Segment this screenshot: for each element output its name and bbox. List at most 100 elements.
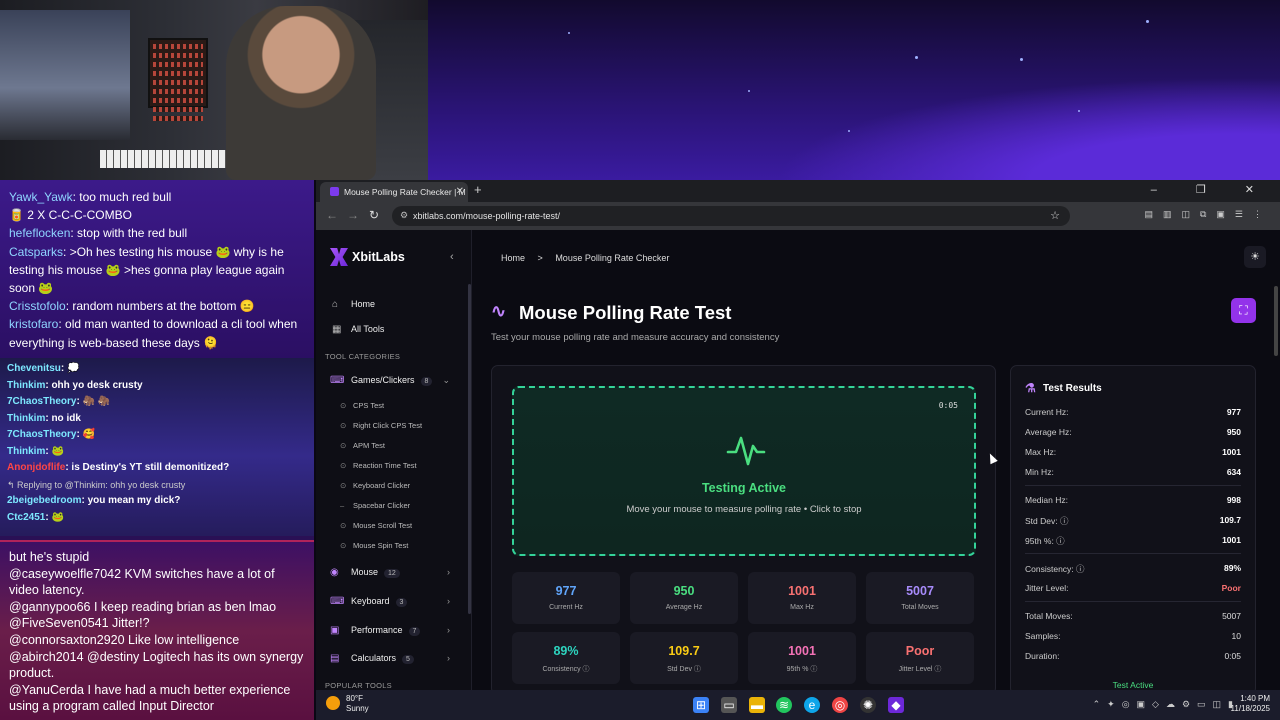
sub-mouse-spin[interactable]: ⊙ Mouse Spin Test [340, 541, 408, 550]
gamepad-icon: ⌨ [330, 375, 345, 386]
close-tab-icon[interactable]: ✕ [456, 186, 464, 197]
group-count-badge: 12 [384, 569, 400, 578]
result-value: 10 [1231, 631, 1241, 641]
site-info-icon[interactable]: ⚙ [400, 210, 408, 221]
chat-username[interactable]: Thinkim [7, 446, 45, 457]
browser-tab[interactable]: Mouse Polling Rate Checker | M ✕ [320, 182, 468, 202]
chat-username[interactable]: Yawk_Yawk [9, 190, 73, 204]
sub-spacebar-clicker[interactable]: – Spacebar Clicker [340, 501, 410, 510]
extensions-icons[interactable]: ▤▥◫⧉▣☰⋮ [1144, 209, 1272, 220]
obsidian-icon[interactable]: ◆ [888, 697, 904, 713]
chat-message: @YanuCerda I have had a much better expe… [9, 682, 291, 714]
group-performance[interactable]: ▣ Performance 7 › [330, 625, 450, 636]
task-view-icon[interactable]: ▭ [721, 697, 737, 713]
chat-username[interactable]: Chevenitsu [7, 363, 61, 374]
chrome-icon[interactable]: ◎ [832, 697, 848, 713]
fullscreen-button[interactable]: ⛶ [1231, 298, 1256, 323]
chat-username[interactable]: Thinkim [7, 413, 45, 424]
stat-label: Average Hz [665, 604, 703, 611]
forward-icon[interactable]: → [347, 208, 359, 222]
chat-message: Crisstofolo: random numbers at the botto… [9, 297, 305, 315]
nav-home[interactable]: ⌂ Home [332, 299, 375, 310]
chevron-right-icon: › [447, 653, 450, 663]
test-card: 0:05 Testing Active Move your mouse to m… [491, 365, 996, 695]
sub-label: Mouse Spin Test [353, 541, 409, 550]
chat-username[interactable]: kristofaro [9, 317, 58, 331]
nav-all-tools[interactable]: ▦ All Tools [332, 324, 384, 335]
stat-box: 1001 Max Hz [748, 572, 856, 624]
url-input[interactable]: ⚙ xbitlabs.com/mouse-polling-rate-test/ … [392, 206, 1070, 226]
result-row: Min Hz: 634 [1025, 467, 1241, 477]
test-area[interactable]: 0:05 Testing Active Move your mouse to m… [512, 386, 976, 556]
test-hint: Move your mouse to measure polling rate … [626, 504, 862, 515]
start-icon[interactable]: ⊞ [693, 697, 709, 713]
result-label: Duration: [1025, 651, 1060, 661]
back-icon[interactable]: ← [326, 208, 338, 222]
streamer [226, 6, 376, 180]
collapse-sidebar-icon[interactable]: ‹ [450, 251, 454, 263]
chat-text: 🥫 2 X C-C-C-COMBO [9, 208, 132, 223]
url-text: xbitlabs.com/mouse-polling-rate-test/ [413, 211, 561, 221]
new-tab-button[interactable]: + [474, 182, 482, 197]
site-logo[interactable]: XbitLabs [330, 248, 405, 266]
result-label: Std Dev: ⓘ [1025, 516, 1069, 526]
sub-label: Reaction Time Test [353, 461, 417, 470]
chat-message: @FiveSeven0541 Jitter!? [9, 616, 150, 631]
chat-message: 7ChaosTheory: 🦣 🦣 [7, 394, 307, 411]
result-row: Jitter Level: Poor [1025, 583, 1241, 593]
sub-label: Spacebar Clicker [353, 501, 411, 510]
sub-apm-test[interactable]: ⊙ APM Test [340, 441, 385, 450]
sub-cps-test[interactable]: ⊙ CPS Test [340, 401, 384, 410]
chat-username[interactable]: Anonjdoflife [7, 462, 65, 473]
sub-reaction-time[interactable]: ⊙ Reaction Time Test [340, 461, 417, 470]
chat-message: @gannypoo66 I keep reading brian as ben … [9, 599, 277, 614]
window-controls[interactable]: – ❐ ✕ [1151, 183, 1272, 196]
sidebar-scrollbar[interactable] [468, 284, 471, 614]
result-value: Poor [1221, 583, 1241, 593]
edge-icon[interactable]: e [804, 697, 820, 713]
spotify-icon[interactable]: ≋ [776, 697, 792, 713]
result-value: 1001 [1222, 447, 1241, 457]
chat-message: Anonjdoflife: is Destiny's YT still demo… [7, 460, 307, 477]
keyboard-instrument [100, 150, 240, 168]
page-scrollbar[interactable] [1274, 286, 1278, 356]
chat-username[interactable]: Catsparks [9, 245, 63, 259]
chat-username[interactable]: Crisstofolo [9, 299, 66, 313]
group-games-clickers[interactable]: ⌨ Games/Clickers 8 ⌄ [330, 375, 450, 386]
file-explorer-icon[interactable]: ▬ [749, 697, 765, 713]
chat-username[interactable]: 7ChaosTheory [7, 429, 76, 440]
tool-categories-heading: TOOL CATEGORIES [325, 352, 401, 361]
desktop-background [428, 0, 1280, 180]
result-row: Total Moves: 5007 [1025, 611, 1241, 621]
chat-username[interactable]: Ctc2451 [7, 512, 45, 523]
chat-username[interactable]: 2beigebedroom [7, 495, 81, 506]
chat-panel-middle: Chevenitsu: 💭 Thinkim: ohh yo desk crusty… [0, 358, 314, 536]
result-label: Median Hz: [1025, 495, 1068, 505]
page-title: ∿ Mouse Polling Rate Test [491, 301, 731, 324]
chat-username[interactable]: 7ChaosTheory [7, 396, 76, 407]
chat-username[interactable]: Thinkim [7, 380, 45, 391]
system-tray-icons[interactable]: ⌃✦◎▣◇☁⚙▭◫▮ [1093, 699, 1240, 710]
result-label: Average Hz: [1025, 427, 1072, 437]
result-row: Median Hz: 998 [1025, 495, 1241, 505]
group-calculators[interactable]: ▤ Calculators 5 › [330, 653, 450, 664]
theme-toggle-button[interactable]: ☀ [1244, 246, 1266, 268]
weather-temp: 80°F [346, 694, 363, 703]
breadcrumb-separator: > [537, 253, 543, 263]
sub-mouse-scroll[interactable]: ⊙ Mouse Scroll Test [340, 521, 412, 530]
reload-icon[interactable]: ↻ [369, 208, 379, 222]
system-clock[interactable]: 1:40 PM 11/18/2025 [1231, 694, 1270, 714]
sub-right-click-cps[interactable]: ⊙ Right Click CPS Test [340, 421, 422, 430]
result-label: Consistency: ⓘ [1025, 564, 1085, 574]
weather-widget[interactable]: 80°F Sunny [326, 694, 369, 714]
chat-username[interactable]: hefeflocken [9, 226, 70, 240]
popular-tools-heading: POPULAR TOOLS [325, 681, 392, 690]
group-keyboard[interactable]: ⌨ Keyboard 3 › [330, 596, 450, 607]
app-icon[interactable]: ✺ [860, 697, 876, 713]
screen: Yawk_Yawk: too much red bull 🥫 2 X C-C-C-… [0, 0, 1280, 720]
group-mouse[interactable]: ◉ Mouse 12 › [330, 567, 450, 578]
bookmark-star-icon[interactable]: ☆ [1050, 209, 1060, 222]
sub-keyboard-clicker[interactable]: ⊙ Keyboard Clicker [340, 481, 410, 490]
breadcrumb-home[interactable]: Home [501, 253, 525, 263]
stat-label: Current Hz [549, 604, 583, 611]
